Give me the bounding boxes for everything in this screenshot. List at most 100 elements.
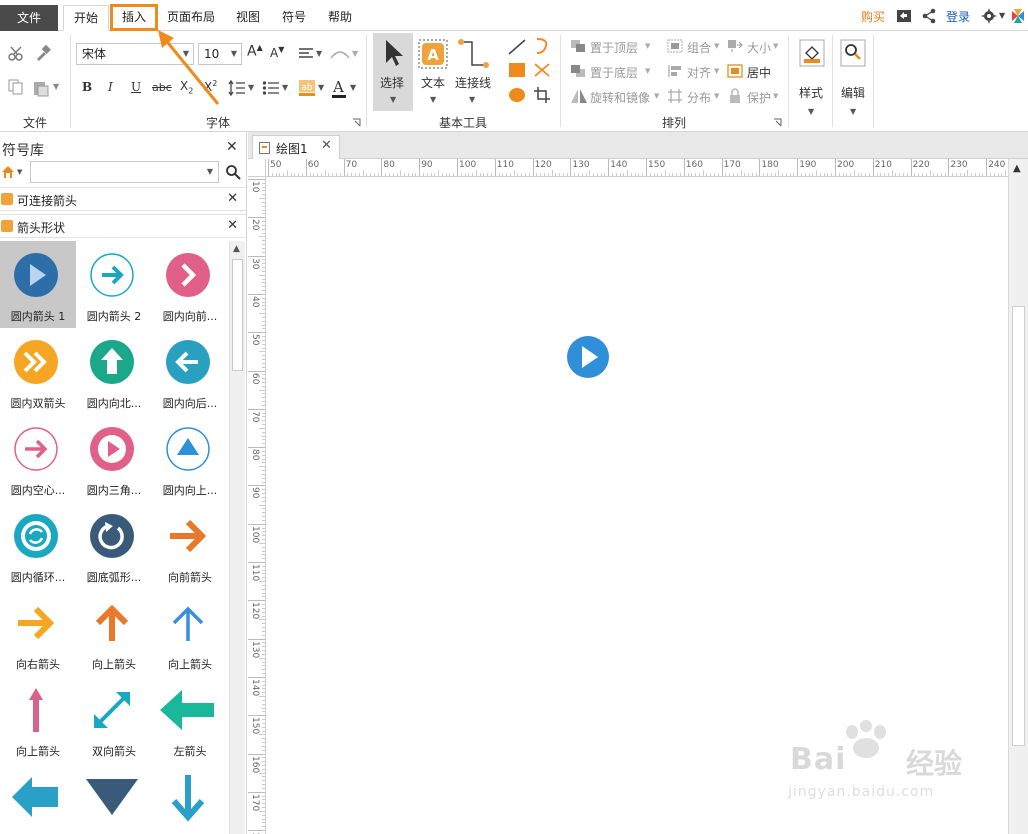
- font-grow-icon[interactable]: A▲: [247, 43, 263, 60]
- chevron-down-icon[interactable]: ▼: [808, 107, 814, 116]
- tab-drawing1[interactable]: 绘图1 ✕: [252, 135, 340, 159]
- font-shrink-icon[interactable]: A▼: [270, 45, 284, 60]
- buy-link[interactable]: 购买: [861, 5, 885, 31]
- chevron-down-icon[interactable]: ▼: [773, 42, 778, 50]
- bold-icon[interactable]: B: [82, 80, 92, 94]
- shape-item[interactable]: 圆内空心...: [0, 415, 76, 502]
- send-back-button[interactable]: 置于底层: [590, 64, 638, 81]
- chevron-down-icon[interactable]: ▼: [714, 67, 719, 75]
- library-scrollbar[interactable]: ▲: [229, 241, 245, 834]
- chevron-down-icon[interactable]: ▼: [999, 11, 1005, 20]
- bring-front-button[interactable]: 置于顶层: [590, 39, 638, 56]
- chevron-down-icon[interactable]: ▼: [282, 83, 288, 92]
- shape-item[interactable]: 向前箭头: [152, 502, 228, 589]
- align-button[interactable]: 对齐: [687, 64, 711, 81]
- chevron-down-icon[interactable]: ▼: [17, 168, 22, 176]
- lock-icon[interactable]: [727, 88, 743, 104]
- text-curve-icon[interactable]: [330, 48, 350, 60]
- shape-item[interactable]: 圆底弧形...: [76, 502, 152, 589]
- shape-item[interactable]: 圆内向上...: [152, 415, 228, 502]
- send-back-icon[interactable]: [570, 64, 586, 78]
- protect-button[interactable]: 保护: [747, 89, 771, 106]
- shape-item[interactable]: 圆内三角...: [76, 415, 152, 502]
- center-button[interactable]: 居中: [747, 64, 771, 81]
- chevron-down-icon[interactable]: ▼: [350, 83, 356, 92]
- font-color-icon[interactable]: A: [333, 78, 344, 96]
- shape-item[interactable]: 圆内箭头 2: [76, 241, 152, 328]
- rotate-mirror-icon[interactable]: [570, 88, 588, 104]
- drawing-canvas[interactable]: Bai 经验 jingyan.baidu.com: [267, 178, 1008, 834]
- shape-item[interactable]: 圆内双箭头: [0, 328, 76, 415]
- underline-icon[interactable]: U: [131, 80, 141, 94]
- shape-item[interactable]: [0, 763, 76, 834]
- crop-tool-icon[interactable]: [533, 86, 551, 104]
- chevron-down-icon[interactable]: ▼: [430, 95, 436, 104]
- chevron-down-icon[interactable]: ▼: [316, 49, 322, 58]
- cross-tool-icon[interactable]: [533, 62, 551, 78]
- distribute-icon[interactable]: [667, 88, 683, 104]
- share-screen-icon[interactable]: [896, 8, 912, 24]
- chevron-down-icon[interactable]: ▼: [645, 42, 650, 50]
- italic-icon[interactable]: I: [108, 80, 113, 94]
- login-link[interactable]: 登录: [946, 5, 970, 31]
- connector-tool-label[interactable]: 连接线: [455, 74, 491, 91]
- close-icon[interactable]: ✕: [227, 218, 238, 233]
- style-button[interactable]: 样式: [799, 84, 823, 101]
- shape-item[interactable]: [76, 763, 152, 834]
- chevron-down-icon[interactable]: ▼: [645, 67, 650, 75]
- shape-item[interactable]: 双向箭头: [76, 676, 152, 763]
- gear-icon[interactable]: [981, 8, 997, 24]
- paste-icon[interactable]: [32, 79, 50, 97]
- share-icon[interactable]: [921, 8, 937, 24]
- distribute-button[interactable]: 分布: [687, 89, 711, 106]
- shape-item[interactable]: [152, 763, 228, 834]
- center-icon[interactable]: [727, 64, 743, 78]
- shape-item[interactable]: 左箭头: [152, 676, 228, 763]
- rotate-mirror-button[interactable]: 旋转和镜像: [590, 89, 650, 106]
- library-search-input[interactable]: ▼: [30, 161, 219, 183]
- edit-button[interactable]: 编辑: [841, 84, 865, 101]
- close-icon[interactable]: ✕: [321, 138, 332, 153]
- chevron-down-icon[interactable]: ▼: [654, 92, 659, 100]
- line-tool-icon[interactable]: [508, 39, 526, 55]
- cut-icon[interactable]: [8, 45, 26, 61]
- chevron-down-icon[interactable]: ▼: [352, 49, 358, 58]
- search-icon[interactable]: [225, 164, 241, 180]
- paste-dropdown-icon[interactable]: ▼: [53, 82, 59, 91]
- canvas-scrollbar[interactable]: ▲: [1008, 159, 1028, 834]
- scroll-up-icon[interactable]: ▲: [1013, 163, 1021, 174]
- chevron-down-icon[interactable]: ▼: [773, 92, 778, 100]
- tab-home[interactable]: 开始: [63, 5, 109, 31]
- size-button[interactable]: 大小: [747, 39, 771, 56]
- text-tool-icon[interactable]: A: [418, 39, 448, 69]
- shape-item[interactable]: 圆内向后...: [152, 328, 228, 415]
- shape-item[interactable]: 圆内箭头 1: [0, 241, 76, 328]
- shape-item[interactable]: 圆内向北...: [76, 328, 152, 415]
- chevron-down-icon[interactable]: ▼: [469, 95, 475, 104]
- close-icon[interactable]: ✕: [226, 139, 238, 155]
- group-icon[interactable]: [667, 39, 683, 53]
- scroll-thumb[interactable]: [1012, 306, 1025, 746]
- size-icon[interactable]: [727, 39, 743, 53]
- group-button[interactable]: 组合: [687, 39, 711, 56]
- text-tool-label[interactable]: 文本: [421, 74, 445, 91]
- align-icon[interactable]: [667, 64, 683, 78]
- tab-symbol[interactable]: 符号: [274, 5, 314, 31]
- canvas-shape-circle-arrow[interactable]: [566, 335, 610, 379]
- rectangle-tool-icon[interactable]: [508, 62, 526, 78]
- tab-view[interactable]: 视图: [228, 5, 268, 31]
- ellipse-tool-icon[interactable]: [508, 87, 526, 103]
- copy-icon[interactable]: [8, 79, 24, 95]
- close-icon[interactable]: ✕: [227, 191, 238, 206]
- chevron-down-icon[interactable]: ▼: [318, 83, 324, 92]
- shape-item[interactable]: 圆内循环...: [0, 502, 76, 589]
- shape-item[interactable]: 向上箭头: [0, 676, 76, 763]
- category-arrow-shapes[interactable]: 箭头形状 ✕: [0, 214, 246, 238]
- menu-file[interactable]: 文件: [0, 5, 58, 31]
- tab-help[interactable]: 帮助: [320, 5, 360, 31]
- format-painter-icon[interactable]: [34, 44, 52, 62]
- connector-tool-icon[interactable]: [456, 37, 490, 71]
- text-highlight-icon[interactable]: ab: [298, 79, 316, 97]
- chevron-down-icon[interactable]: ▼: [248, 83, 254, 92]
- shape-item[interactable]: 向上箭头: [76, 589, 152, 676]
